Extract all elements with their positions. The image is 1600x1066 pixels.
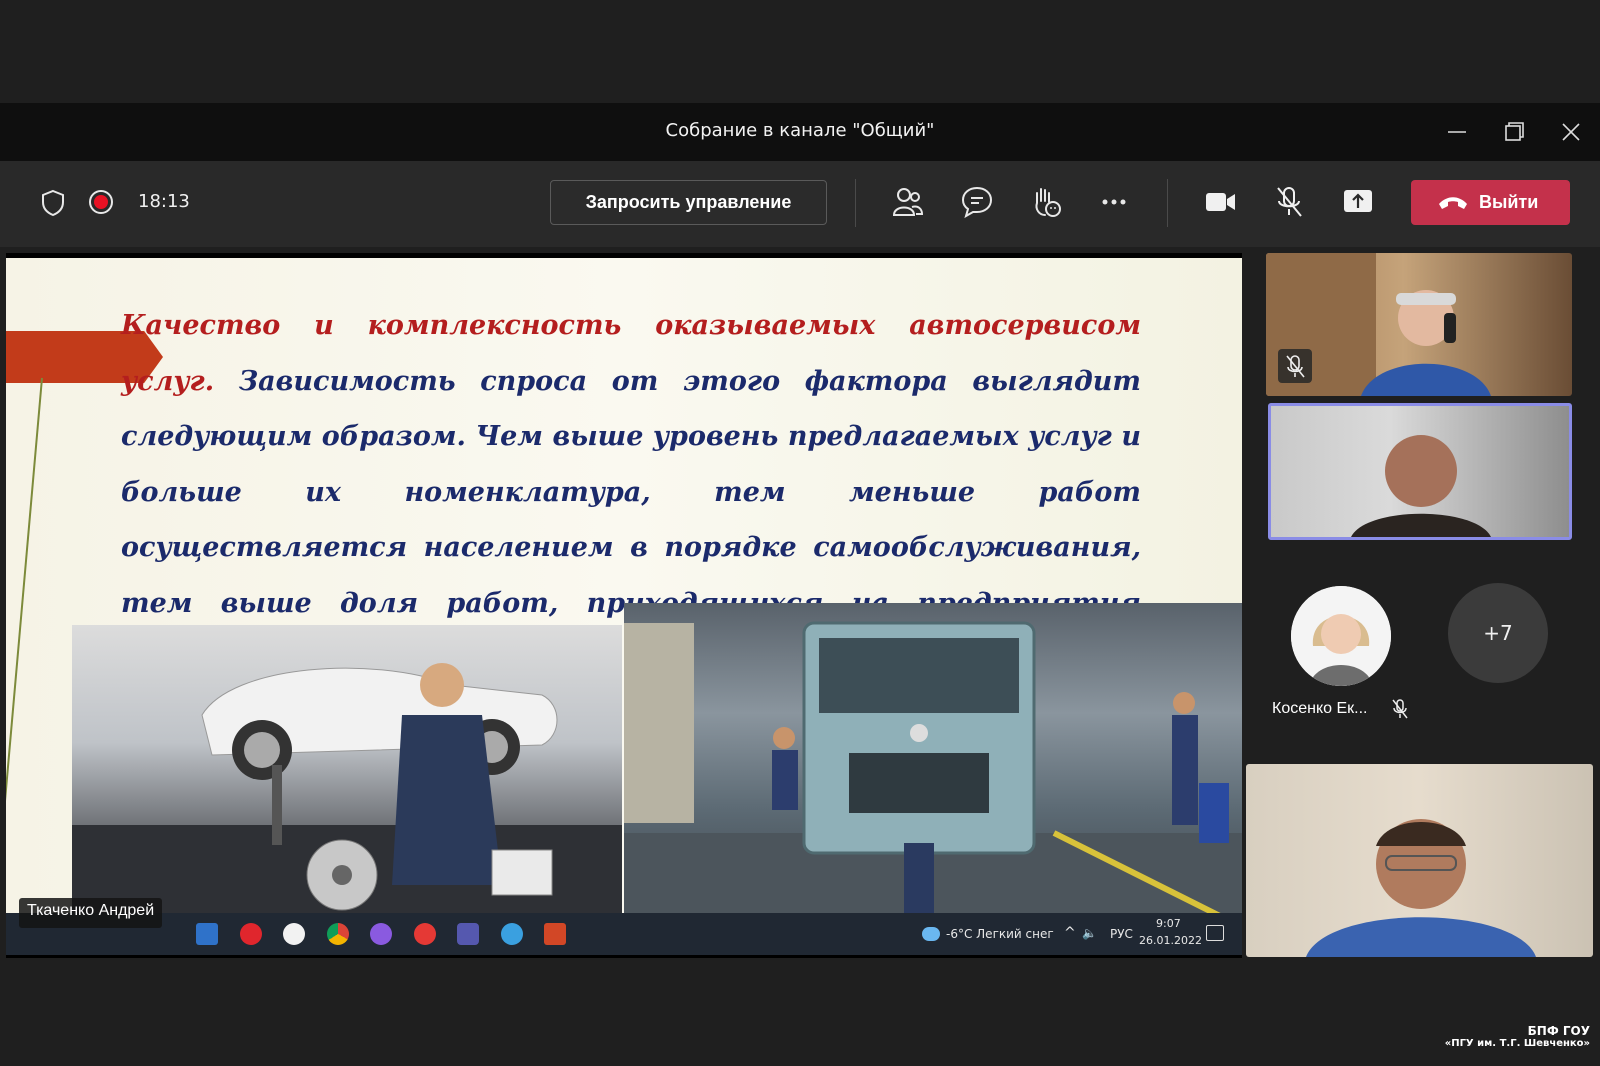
restore-icon[interactable] [1499,117,1529,147]
presentation-slide: Качество и комплексность оказываемых авт… [6,258,1242,918]
share-screen-icon[interactable] [1342,186,1374,220]
phone-hangup-icon [1439,197,1467,209]
mic-muted-icon[interactable] [1274,185,1304,223]
participant-video[interactable] [1266,253,1572,396]
taskbar-date: 26.01.2022 [1139,934,1202,947]
opera-icon [240,923,262,945]
participant-name: Косенко Ек... [1272,700,1368,717]
toolbar-divider [1167,179,1168,227]
leave-label: Выйти [1479,192,1539,212]
taskbar-weather: -6°C Легкий снег [946,927,1054,941]
watermark: БПФ ГОУ «ПГУ им. Т.Г. Шевченко» [1445,1024,1590,1049]
toolbar-divider [855,179,856,227]
camera-icon[interactable] [1204,187,1238,221]
leave-button[interactable]: Выйти [1411,180,1570,225]
app-icon [501,923,523,945]
meeting-toolbar: 18:13 Запросить управление Выйти [0,161,1600,247]
notifications-icon [1206,925,1224,941]
watermark-line2: «ПГУ им. Т.Г. Шевченко» [1444,1038,1590,1049]
shield-icon[interactable] [41,189,65,221]
presenter-name: Ткаченко Андрей [19,898,163,928]
car-service-photo [72,625,622,918]
close-icon[interactable] [1556,117,1586,147]
shared-screen: Качество и комплексность оказываемых авт… [6,253,1242,958]
request-control-button[interactable]: Запросить управление [550,180,827,225]
slide-line-decoration [6,377,43,917]
reactions-icon[interactable] [1029,185,1063,223]
truck-service-photo [624,603,1242,918]
chat-icon[interactable] [961,185,993,223]
title-bar: Собрание в канале "Общий" [0,103,1600,161]
minimize-icon[interactable] [1442,117,1472,147]
yandex-icon [283,923,305,945]
tray-chevron-icon: ^ [1064,925,1076,941]
participants-icon[interactable] [892,185,924,223]
powerpoint-icon [544,923,566,945]
self-video[interactable] [1246,764,1593,957]
volume-icon: 🔈 [1082,926,1097,940]
recording-icon [88,189,114,219]
participant-mic-muted-icon [1278,349,1312,383]
windows-taskbar: -6°C Легкий снег ^ 🔈 РУС 9:07 26.01.2022 [6,913,1242,955]
browser-icon [370,923,392,945]
teams-icon [457,923,479,945]
weather-icon [922,927,940,941]
watermark-line1: БПФ ГОУ [1527,1024,1590,1038]
participant-video-active-speaker[interactable] [1268,403,1572,540]
top-margin [0,0,1600,103]
taskbar-language: РУС [1110,927,1133,941]
app-icon [196,923,218,945]
window-title: Собрание в канале "Общий" [665,120,935,141]
chrome-icon [327,923,349,945]
yandex-browser-icon [414,923,436,945]
participant-avatar[interactable] [1291,586,1391,686]
more-participants-button[interactable]: +7 [1448,583,1548,683]
meeting-timer: 18:13 [138,191,190,212]
more-options-icon[interactable] [1099,187,1129,221]
participant-mic-muted-icon [1389,698,1411,724]
taskbar-time: 9:07 [1156,917,1181,930]
